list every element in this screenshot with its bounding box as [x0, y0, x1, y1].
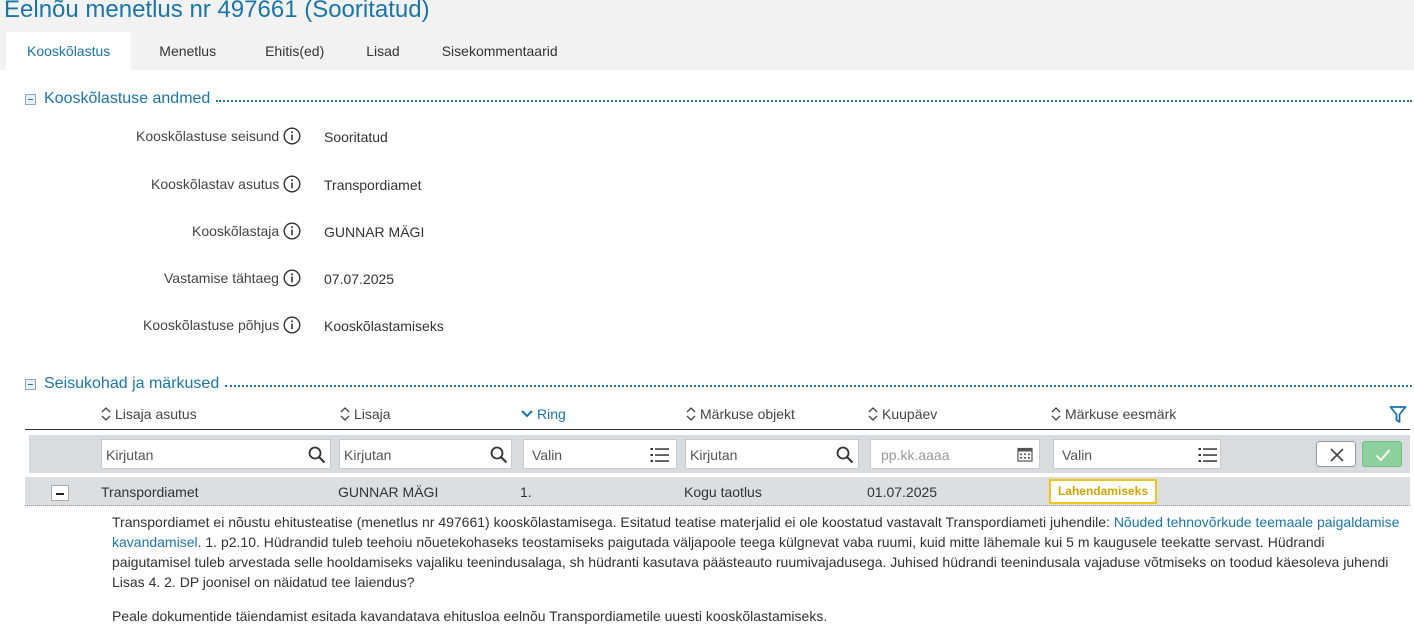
column-header-label: Märkuse eesmärk: [1065, 406, 1177, 422]
institution-filter-input[interactable]: Kirjutan: [101, 439, 331, 469]
remarks-section-header: Seisukohad ja märkused: [25, 375, 1412, 393]
purpose-badge: Lahendamiseks: [1049, 479, 1157, 504]
clear-filters-button[interactable]: [1316, 441, 1356, 467]
object-filter-input[interactable]: Kirjutan: [685, 439, 859, 469]
remark-detail: Transpordiamet ei nõustu ehitusteatise (…: [112, 512, 1402, 626]
approval-section-title: Kooskõlastuse andmed: [44, 90, 211, 107]
collapse-icon[interactable]: [25, 93, 36, 105]
field-label: Kooskõlastav asutus: [151, 176, 280, 192]
column-header-label: Märkuse objekt: [700, 406, 795, 422]
list-icon[interactable]: [1198, 446, 1218, 464]
column-header-label: Lisaja: [354, 406, 391, 422]
column-header-object[interactable]: Märkuse objekt: [686, 406, 795, 422]
tab-menetlus[interactable]: Menetlus: [131, 32, 244, 70]
column-header-label: Kuupäev: [882, 406, 938, 422]
field-approver: Kooskõlastaja GUNNAR MÄGI: [0, 220, 700, 244]
field-label: Vastamise tähtaeg: [164, 270, 279, 286]
check-icon: [1375, 449, 1391, 462]
search-icon[interactable]: [490, 446, 508, 464]
field-label: Kooskõlastuse põhjus: [143, 317, 280, 333]
info-icon[interactable]: [283, 316, 301, 334]
field-deadline: Vastamise tähtaeg 07.07.2025: [0, 267, 700, 291]
field-value: Transpordiamet: [324, 177, 422, 193]
sort-descending-icon: [521, 410, 533, 418]
round-filter-select[interactable]: Valin: [523, 439, 677, 469]
cell-date: 01.07.2025: [867, 484, 938, 500]
filter-bar: Kirjutan Kirjutan Valin Kirjutan pp.kk.a…: [29, 435, 1410, 473]
list-icon[interactable]: [650, 446, 670, 464]
column-header-round[interactable]: Ring: [521, 406, 566, 422]
calendar-icon[interactable]: [1017, 446, 1033, 462]
column-header-label: Lisaja asutus: [115, 406, 197, 422]
placeholder: pp.kk.aaaa: [881, 447, 950, 463]
section-divider: [216, 100, 1412, 102]
placeholder: Kirjutan: [344, 447, 392, 463]
remark-paragraph: Transpordiamet ei nõustu ehitusteatise (…: [112, 512, 1402, 592]
sort-icon: [1051, 407, 1061, 421]
field-status: Kooskõlastuse seisund Sooritatud: [0, 125, 700, 149]
cell-object: Kogu taotlus: [684, 484, 762, 500]
tab-lisad[interactable]: Lisad: [345, 32, 420, 70]
sort-icon: [868, 407, 878, 421]
cell-institution: Transpordiamet: [101, 484, 199, 500]
column-header-label: Ring: [537, 406, 566, 422]
field-value: Sooritatud: [324, 129, 388, 145]
table-row[interactable]: Transpordiamet GUNNAR MÄGI 1. Kogu taotl…: [25, 477, 1410, 506]
info-icon[interactable]: [283, 175, 301, 193]
cell-author: GUNNAR MÄGI: [338, 484, 439, 500]
author-filter-input[interactable]: Kirjutan: [339, 439, 512, 469]
tab-ehitised[interactable]: Ehitis(ed): [244, 32, 345, 70]
tab-sisekommentaarid[interactable]: Sisekommentaarid: [421, 32, 579, 70]
search-icon[interactable]: [836, 446, 854, 464]
date-filter-input[interactable]: pp.kk.aaaa: [870, 439, 1040, 469]
field-label: Kooskõlastaja: [192, 223, 280, 239]
field-value: Kooskõlastamiseks: [324, 318, 444, 334]
top-bar: Eelnõu menetlus nr 497661 (Sooritatud) K…: [0, 0, 1414, 70]
placeholder: Kirjutan: [690, 447, 738, 463]
table-header-divider: [25, 429, 1410, 430]
tab-bar: Kooskõlastus Menetlus Ehitis(ed) Lisad S…: [6, 32, 579, 70]
collapse-row-icon[interactable]: [51, 485, 69, 501]
field-value: GUNNAR MÄGI: [324, 224, 425, 240]
info-icon[interactable]: [283, 127, 301, 145]
filter-icon[interactable]: [1389, 405, 1407, 425]
sort-icon: [340, 407, 350, 421]
column-header-institution[interactable]: Lisaja asutus: [101, 406, 197, 422]
column-header-purpose[interactable]: Märkuse eesmärk: [1051, 406, 1176, 422]
search-icon[interactable]: [308, 446, 326, 464]
close-icon: [1330, 448, 1344, 462]
placeholder: Kirjutan: [106, 447, 154, 463]
approval-section-header: Kooskõlastuse andmed: [25, 90, 1412, 108]
field-label: Kooskõlastuse seisund: [136, 128, 280, 144]
collapse-icon[interactable]: [25, 378, 36, 390]
info-icon[interactable]: [283, 222, 301, 240]
sort-icon: [686, 407, 696, 421]
field-institution: Kooskõlastav asutus Transpordiamet: [0, 173, 700, 197]
placeholder: Valin: [532, 447, 563, 463]
purpose-filter-select[interactable]: Valin: [1053, 439, 1221, 469]
page-title: Eelnõu menetlus nr 497661 (Sooritatud): [4, 0, 430, 23]
cell-round: 1.: [520, 484, 532, 500]
remark-text: . 1. p2.10. Hüdrandid tuleb teehoiu nõue…: [112, 534, 1389, 590]
info-icon[interactable]: [283, 269, 301, 287]
section-divider: [225, 385, 1412, 387]
column-header-date[interactable]: Kuupäev: [868, 406, 937, 422]
tab-kooskolastus[interactable]: Kooskõlastus: [6, 32, 132, 70]
field-reason: Kooskõlastuse põhjus Kooskõlastamiseks: [0, 314, 700, 338]
remark-paragraph: Peale dokumentide täiendamist esitada ka…: [112, 608, 828, 624]
column-header-author[interactable]: Lisaja: [340, 406, 391, 422]
placeholder: Valin: [1062, 447, 1093, 463]
remark-text: Transpordiamet ei nõustu ehitusteatise (…: [112, 514, 1114, 530]
remarks-section-title: Seisukohad ja märkused: [44, 375, 220, 392]
field-value: 07.07.2025: [324, 271, 395, 287]
apply-filters-button[interactable]: [1362, 441, 1402, 467]
sort-icon: [101, 407, 111, 421]
